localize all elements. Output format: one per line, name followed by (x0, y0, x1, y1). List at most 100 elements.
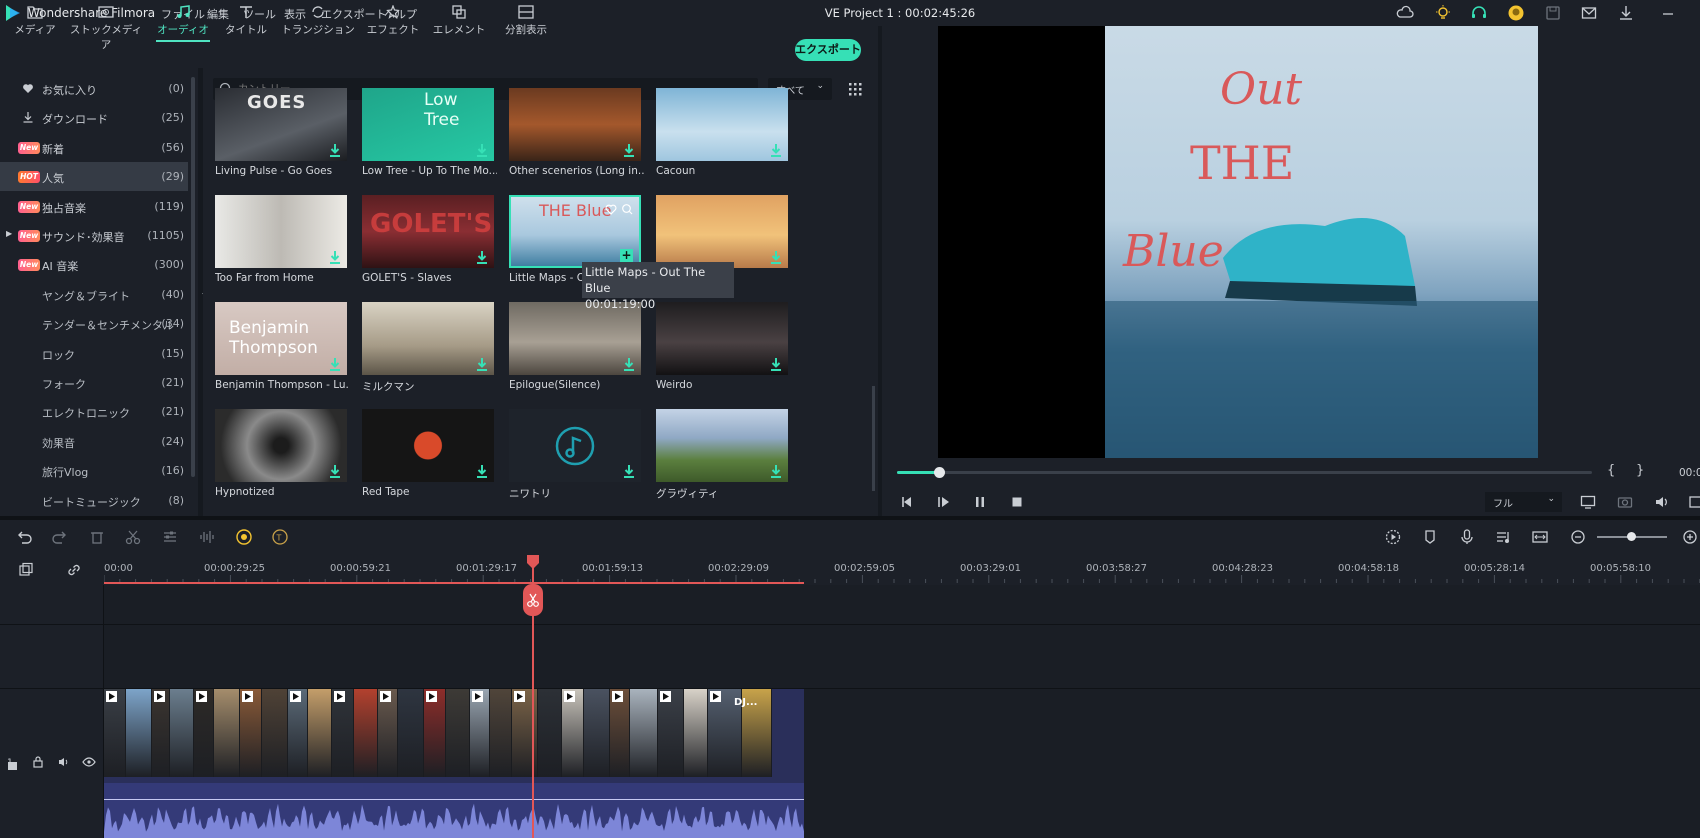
pause-icon[interactable] (972, 494, 988, 510)
video-clip[interactable] (658, 689, 684, 777)
sidebar-category-2[interactable]: New 新着 (56) (0, 133, 188, 162)
download-icon[interactable] (329, 250, 341, 264)
video-clip[interactable] (308, 689, 332, 777)
fullscreen-icon[interactable] (1689, 494, 1700, 510)
play-icon[interactable] (936, 494, 952, 510)
video-clip[interactable] (470, 689, 490, 777)
tab-stock-media[interactable]: ストックメディア (68, 0, 144, 51)
sidebar-category-10[interactable]: フォーク (21) (0, 368, 188, 397)
tab-transitions[interactable]: トランジション (280, 0, 356, 42)
audio-thumbnail[interactable] (215, 195, 347, 268)
download-icon[interactable] (329, 357, 341, 371)
sidebar-category-9[interactable]: ロック (15) (0, 339, 188, 368)
download-icon[interactable] (623, 464, 635, 478)
audio-thumbnail[interactable]: Benjamin Thompson (215, 302, 347, 375)
minimize-icon[interactable] (1659, 4, 1677, 22)
video-clip[interactable] (684, 689, 708, 777)
video-clip[interactable] (240, 689, 262, 777)
video-clip[interactable] (562, 689, 584, 777)
video-clip[interactable] (378, 689, 398, 777)
video-clip[interactable] (332, 689, 354, 777)
display-settings-icon[interactable] (1580, 494, 1596, 510)
download-icon[interactable] (476, 143, 488, 157)
sidebar-category-12[interactable]: 効果音 (24) (0, 427, 188, 456)
video-clip[interactable] (214, 689, 240, 777)
download-icon[interactable] (770, 143, 782, 157)
sidebar-category-14[interactable]: ビートミュージック (8) (0, 486, 188, 515)
playhead-handle[interactable] (526, 555, 540, 569)
preview-quality-select[interactable]: フル ⌄ (1485, 492, 1562, 512)
lightbulb-icon[interactable] (1434, 4, 1452, 22)
audio-wave-icon[interactable] (198, 528, 216, 546)
ai-auto-icon[interactable] (235, 528, 253, 546)
download-icon[interactable] (476, 250, 488, 264)
sidebar-category-5[interactable]: ▶ New サウンド･効果音 (1105) (0, 221, 188, 250)
split-at-playhead-button[interactable] (523, 584, 543, 616)
download-icon[interactable] (329, 464, 341, 478)
tab-titles[interactable]: タイトル (211, 0, 281, 42)
account-avatar-icon[interactable] (1507, 4, 1525, 22)
sidebar-category-13[interactable]: 旅行Vlog (16) (0, 456, 188, 485)
fit-timeline-icon[interactable] (1531, 528, 1549, 546)
step-back-icon[interactable] (899, 494, 915, 510)
expand-triangle-icon[interactable]: ▶ (6, 229, 12, 238)
cut-scissors-icon[interactable] (124, 528, 142, 546)
lock-icon[interactable] (31, 755, 45, 769)
tab-effects[interactable]: エフェクト (358, 0, 428, 42)
grid-view-icon[interactable] (846, 80, 864, 98)
audio-thumbnail[interactable]: GOES (215, 88, 347, 161)
audio-thumbnail[interactable]: Low Tree (362, 88, 494, 161)
audio-thumbnail[interactable] (656, 302, 788, 375)
video-clip[interactable] (512, 689, 538, 777)
audio-thumbnail[interactable]: GOLET'S (362, 195, 494, 268)
zoom-slider-handle[interactable] (1627, 532, 1636, 541)
audio-thumbnail[interactable] (362, 302, 494, 375)
audio-thumbnail[interactable] (656, 195, 788, 268)
audio-thumbnail[interactable] (656, 409, 788, 482)
cloud-icon[interactable] (1396, 4, 1414, 22)
add-to-timeline-icon[interactable]: + (620, 249, 633, 262)
download-icon[interactable] (770, 357, 782, 371)
render-preview-icon[interactable] (1384, 528, 1402, 546)
sidebar-category-11[interactable]: エレクトロニック (21) (0, 397, 188, 426)
library-scrollbar[interactable] (872, 386, 875, 491)
tab-split-screen[interactable]: 分割表示 (491, 0, 561, 42)
audio-mixer-icon[interactable] (1494, 528, 1512, 546)
download-arrow-icon[interactable] (1617, 4, 1635, 22)
video-clip[interactable] (170, 689, 194, 777)
eye-visibility-icon[interactable] (82, 755, 96, 769)
download-icon[interactable] (329, 143, 341, 157)
tab-media[interactable]: メディア (0, 0, 70, 42)
tab-audio[interactable]: オーディオ (148, 0, 218, 42)
adjust-sliders-icon[interactable] (161, 528, 179, 546)
video-clip[interactable] (288, 689, 308, 777)
mark-out-button[interactable]: } (1636, 463, 1644, 478)
sidebar-category-3[interactable]: HOT 人気 (29) (0, 162, 188, 192)
sidebar-category-6[interactable]: New AI 音楽 (300) (0, 250, 188, 279)
redo-icon[interactable] (51, 528, 69, 546)
sidebar-category-0[interactable]: お気に入り (0) (0, 74, 188, 103)
tab-elements[interactable]: エレメント (424, 0, 494, 42)
download-icon[interactable] (476, 357, 488, 371)
video-clip[interactable] (424, 689, 446, 777)
audio-thumbnail[interactable]: THE Blue + (509, 195, 641, 268)
track-mute-icon[interactable] (57, 755, 71, 769)
video-clip[interactable] (104, 689, 126, 777)
audio-thumbnail[interactable] (509, 409, 641, 482)
volume-line[interactable] (104, 799, 804, 800)
sidebar-category-1[interactable]: ダウンロード (25) (0, 103, 188, 132)
video-clip[interactable] (610, 689, 630, 777)
video-clip[interactable] (126, 689, 152, 777)
video-clip[interactable] (490, 689, 512, 777)
snapshot-camera-icon[interactable] (1617, 494, 1633, 510)
video-clip[interactable] (194, 689, 214, 777)
volume-icon[interactable] (1654, 494, 1670, 510)
sidebar-scrollbar[interactable] (191, 77, 195, 477)
mail-icon[interactable] (1580, 4, 1598, 22)
export-button[interactable]: エクスポート (795, 39, 861, 61)
sidebar-category-8[interactable]: テンダー＆センチメンタル (34) (0, 309, 188, 338)
sidebar-category-7[interactable]: ヤング＆ブライト (40) (0, 280, 188, 309)
preview-search-icon[interactable] (621, 203, 633, 215)
speech-to-text-icon[interactable]: T (271, 528, 289, 546)
video-clip[interactable] (538, 689, 562, 777)
